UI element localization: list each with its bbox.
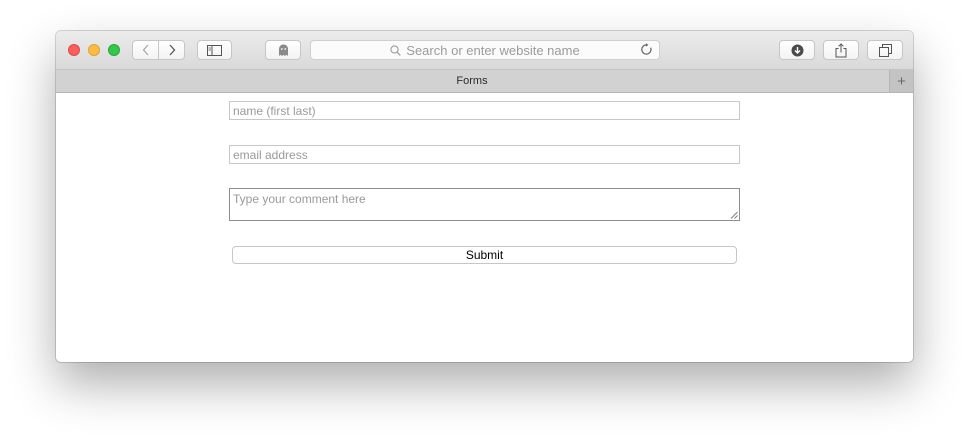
plus-icon: + xyxy=(897,72,906,90)
ghost-icon xyxy=(278,44,288,56)
zoom-window-button[interactable] xyxy=(108,44,120,56)
tab-forms[interactable]: Forms xyxy=(56,70,888,92)
browser-window: Search or enter website name Forms + Sub… xyxy=(56,31,913,362)
close-window-button[interactable] xyxy=(68,44,80,56)
tab-overview-button[interactable] xyxy=(867,40,903,60)
share-button[interactable] xyxy=(823,40,859,60)
sidebar-icon xyxy=(207,44,222,56)
reload-icon[interactable] xyxy=(640,43,653,56)
search-icon xyxy=(390,44,402,56)
back-button[interactable] xyxy=(133,41,158,59)
comment-textarea[interactable] xyxy=(229,188,740,221)
resize-grip-icon[interactable] xyxy=(730,211,738,219)
address-bar[interactable]: Search or enter website name xyxy=(310,40,660,60)
email-input[interactable] xyxy=(229,145,740,164)
downloads-button[interactable] xyxy=(779,40,815,60)
download-icon xyxy=(791,44,803,56)
forward-button[interactable] xyxy=(158,41,184,59)
name-input[interactable] xyxy=(229,101,740,120)
navigation-buttons xyxy=(132,40,185,60)
new-tab-button[interactable]: + xyxy=(889,70,913,92)
browser-toolbar: Search or enter website name xyxy=(56,31,913,70)
ghostery-extension-button[interactable] xyxy=(265,40,301,60)
tab-bar: Forms + xyxy=(56,70,913,93)
minimize-window-button[interactable] xyxy=(88,44,100,56)
comment-field-wrapper xyxy=(229,188,740,221)
chevron-right-icon xyxy=(169,44,175,56)
chevron-left-icon xyxy=(142,44,148,56)
share-icon xyxy=(835,42,847,57)
sidebar-button[interactable] xyxy=(197,40,232,60)
address-placeholder: Search or enter website name xyxy=(406,42,580,58)
tabs-overview-icon xyxy=(878,43,892,57)
page-content: Submit xyxy=(56,93,913,362)
submit-button[interactable]: Submit xyxy=(232,246,737,264)
